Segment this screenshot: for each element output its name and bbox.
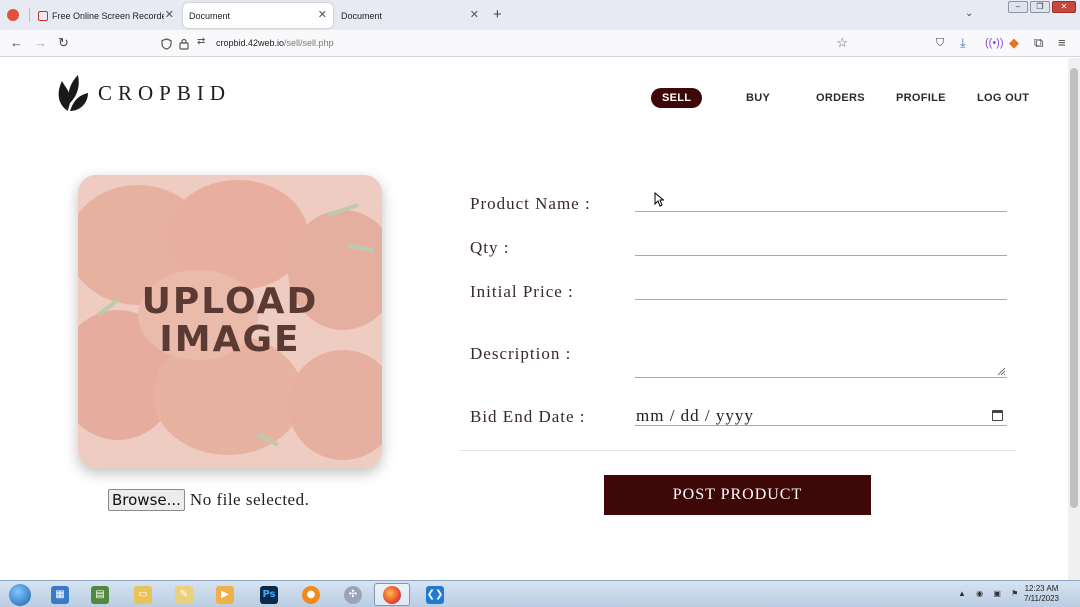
close-tab-icon[interactable]: ✕ [165, 8, 174, 21]
extension-icon[interactable]: ((•)) [985, 36, 1004, 50]
tab-document-active[interactable]: Document ✕ [183, 3, 333, 28]
nav-buy[interactable]: BUY [746, 92, 770, 104]
screen-recorder-favicon-icon [38, 10, 48, 21]
resize-handle-icon[interactable] [997, 367, 1006, 376]
bookmark-star-icon[interactable]: ☆ [836, 35, 848, 51]
new-tab-icon[interactable]: + [493, 6, 502, 23]
calendar-icon[interactable] [992, 410, 1003, 421]
tracking-shield-icon[interactable] [161, 38, 172, 50]
initial-price-input[interactable] [635, 280, 1007, 300]
window-controls: – ❐ ✕ [1008, 1, 1076, 13]
browser-nav-bar: ← → ↻ ⇄ cropbid.42web.io/sell/sell.php ☆… [0, 30, 1080, 57]
file-input: Browse... No file selected. [108, 489, 309, 511]
site-logo[interactable]: CROPBID [56, 73, 231, 113]
downloads-icon[interactable]: ⤓ [960, 36, 966, 50]
menu-hamburger-icon[interactable]: ≡ [1058, 36, 1066, 50]
brand-name: CROPBID [98, 80, 232, 105]
browser-tab-bar: Free Online Screen Recorder & ... ✕ Docu… [0, 0, 1080, 30]
taskbar-photoshop[interactable]: Ps [251, 583, 287, 606]
metamask-fox-icon[interactable]: ◆ [1009, 36, 1019, 50]
bid-end-date-label: Bid End Date : [470, 407, 586, 426]
qty-input[interactable] [635, 236, 1007, 256]
system-tray-icons[interactable]: ▲ ◉ ▣ ⚑ [958, 589, 1022, 598]
reload-icon[interactable]: ↻ [58, 36, 69, 50]
url-bar[interactable]: ⇄ cropbid.42web.io/sell/sell.php ☆ [153, 33, 858, 54]
photoshop-icon: Ps [260, 585, 278, 604]
clock-date: 7/11/2023 [1024, 594, 1059, 603]
date-placeholder: mm / dd / yyyy [636, 406, 754, 425]
close-window-icon[interactable]: ✕ [1052, 1, 1076, 13]
tab-separator [29, 8, 30, 22]
site-permissions-icon[interactable]: ⇄ [197, 36, 205, 47]
close-tab-icon[interactable]: ✕ [470, 8, 479, 21]
firefox-icon [383, 585, 401, 604]
tab-screen-recorder[interactable]: Free Online Screen Recorder & ... ✕ [32, 3, 180, 28]
browse-button[interactable]: Browse... [108, 489, 185, 511]
qty-label: Qty : [470, 238, 510, 257]
windows-logo-icon [9, 583, 31, 606]
initial-price-label: Initial Price : [470, 282, 574, 301]
taskbar-app-4[interactable]: ✎ [166, 583, 202, 606]
taskbar-explorer[interactable]: ▭ [125, 583, 161, 606]
extensions-puzzle-icon[interactable]: ⧉ [1034, 36, 1043, 50]
tab-label: Document [341, 10, 383, 21]
scrollbar-thumb[interactable] [1070, 68, 1078, 508]
url-text: cropbid.42web.io/sell/sell.php [216, 38, 334, 48]
vscode-icon: ❮❯ [426, 585, 444, 604]
url-host: cropbid.42web.io [216, 38, 285, 48]
tab-document[interactable]: Document ✕ [335, 3, 485, 28]
upload-image-card[interactable]: UPLOAD IMAGE [78, 175, 382, 468]
folder-icon: ▭ [134, 585, 152, 604]
nav-sell[interactable]: SELL [651, 88, 703, 108]
clock-time: 12:23 AM [1024, 584, 1059, 593]
taskbar-fl-studio[interactable]: ● [293, 583, 329, 606]
tool-icon: ✣ [344, 585, 362, 604]
app-icon: ▤ [91, 585, 109, 604]
nav-profile[interactable]: PROFILE [896, 92, 946, 104]
product-name-label: Product Name : [470, 194, 591, 213]
control-panel-icon: ▦ [51, 585, 69, 604]
pocket-icon[interactable]: ⛉ [936, 36, 944, 50]
taskbar-firefox[interactable] [374, 583, 410, 606]
media-player-icon: ▶ [216, 585, 234, 604]
nav-logout[interactable]: LOG OUT [977, 92, 1029, 104]
lock-icon[interactable] [179, 38, 189, 50]
tab-label: Free Online Screen Recorder & ... [52, 10, 164, 21]
taskbar-app-8[interactable]: ✣ [335, 583, 371, 606]
upload-line-2: IMAGE [159, 319, 301, 360]
taskbar-app-2[interactable]: ▤ [82, 583, 118, 606]
start-button[interactable] [2, 583, 38, 606]
forward-arrow-icon[interactable]: → [34, 36, 47, 50]
leaf-logo-icon [58, 75, 88, 111]
description-textarea[interactable] [635, 346, 1007, 378]
bid-end-date-input[interactable]: mm / dd / yyyy [635, 406, 1007, 426]
windows-taskbar: ▦ ▤ ▭ ✎ ▶ Ps ● ✣ ❮❯ ▲ ◉ ▣ ⚑ 12:23 AM 7/1… [0, 580, 1080, 607]
mouse-cursor-icon [654, 192, 664, 207]
close-tab-icon[interactable]: ✕ [318, 8, 327, 21]
minimize-window-icon[interactable]: – [1008, 1, 1028, 13]
form-divider [459, 450, 1016, 451]
page-content: CROPBID SELL BUY ORDERS PROFILE LOG OUT … [0, 58, 1068, 580]
back-arrow-icon[interactable]: ← [10, 36, 23, 50]
url-path: /sell/sell.php [284, 38, 334, 48]
product-name-input[interactable] [635, 192, 1007, 212]
nav-orders[interactable]: ORDERS [816, 92, 865, 104]
file-status-text: No file selected. [189, 490, 310, 509]
maximize-window-icon[interactable]: ❐ [1030, 1, 1050, 13]
description-label: Description : [470, 344, 572, 363]
page-scrollbar[interactable] [1068, 58, 1080, 580]
tab-label: Document [189, 10, 231, 21]
upload-line-1: UPLOAD [141, 281, 319, 322]
fl-studio-icon: ● [302, 585, 320, 604]
taskbar-control-panel[interactable]: ▦ [42, 583, 78, 606]
taskbar-vscode[interactable]: ❮❯ [417, 583, 453, 606]
post-product-button[interactable]: POST PRODUCT [604, 475, 871, 515]
upload-image-text: UPLOAD IMAGE [78, 283, 382, 359]
list-tabs-chevron-icon[interactable]: ⌄ [965, 8, 973, 19]
taskbar-clock[interactable]: 12:23 AM 7/11/2023 [1024, 584, 1059, 604]
firefox-view-icon[interactable] [7, 9, 19, 21]
taskbar-media[interactable]: ▶ [207, 583, 243, 606]
notes-icon: ✎ [175, 585, 193, 604]
